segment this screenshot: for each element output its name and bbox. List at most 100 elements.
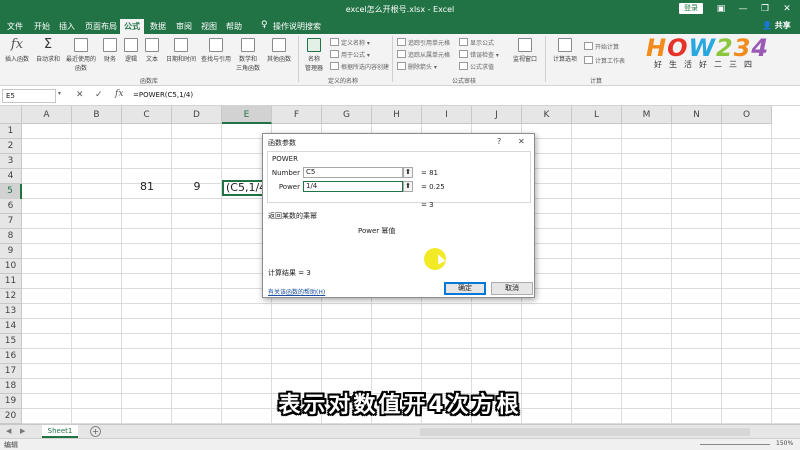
tab-review[interactable]: 审阅: [176, 21, 192, 32]
calculate-now-button[interactable]: 开始计算: [584, 42, 619, 51]
share-button[interactable]: 👤 共享: [762, 20, 791, 31]
next-sheet-icon[interactable]: ▶: [20, 427, 25, 435]
help-icon[interactable]: ?: [497, 137, 501, 146]
column-header-l[interactable]: L: [572, 106, 622, 124]
define-name-button[interactable]: 定义名称 ▾: [330, 38, 370, 47]
tab-data[interactable]: 数据: [150, 21, 166, 32]
insert-function-button[interactable]: fx 插入函数: [4, 38, 30, 64]
row-header-16[interactable]: 16: [0, 349, 22, 364]
column-header-j[interactable]: J: [472, 106, 522, 124]
tab-home[interactable]: 开始: [34, 21, 50, 32]
fx-icon[interactable]: fx: [115, 89, 123, 99]
watch-window-button[interactable]: 监视窗口: [509, 38, 541, 63]
column-header-f[interactable]: F: [272, 106, 322, 124]
formula-input[interactable]: =POWER(C5,1/4): [133, 91, 193, 99]
calculate-sheet-button[interactable]: 计算工作表: [584, 56, 625, 65]
sheet-tab-sheet1[interactable]: Sheet1: [42, 425, 78, 438]
column-header-k[interactable]: K: [522, 106, 572, 124]
row-header-4[interactable]: 4: [0, 169, 22, 184]
add-sheet-icon[interactable]: +: [90, 426, 101, 437]
row-header-15[interactable]: 15: [0, 334, 22, 349]
trace-precedents-button[interactable]: 追踪引用单元格: [397, 38, 450, 47]
horizontal-scrollbar[interactable]: [420, 428, 750, 436]
create-from-selection-button[interactable]: 根据所选内容创建: [330, 62, 389, 71]
row-header-13[interactable]: 13: [0, 304, 22, 319]
logical-button[interactable]: 逻辑: [121, 38, 141, 63]
select-all-corner[interactable]: [0, 106, 22, 124]
column-header-h[interactable]: H: [372, 106, 422, 124]
name-manager-button[interactable]: 名称 管理器: [302, 38, 326, 72]
show-formulas-button[interactable]: 显示公式: [459, 38, 494, 47]
row-header-8[interactable]: 8: [0, 229, 22, 244]
error-checking-button[interactable]: 错误检查 ▾: [459, 50, 499, 59]
more-functions-button[interactable]: 其他函数: [264, 38, 294, 63]
tab-file[interactable]: 文件: [7, 21, 23, 32]
column-header-c[interactable]: C: [122, 106, 172, 124]
lookup-reference-button[interactable]: 查找与引用: [199, 38, 233, 63]
row-header-2[interactable]: 2: [0, 139, 22, 154]
column-header-i[interactable]: I: [422, 106, 472, 124]
row-header-7[interactable]: 7: [0, 214, 22, 229]
tab-view[interactable]: 视图: [201, 21, 217, 32]
row-header-6[interactable]: 6: [0, 199, 22, 214]
column-header-b[interactable]: B: [72, 106, 122, 124]
cancel-formula-button[interactable]: ✕: [76, 90, 84, 100]
recent-functions-button[interactable]: 最近使用的 函数: [64, 38, 98, 72]
collapse-ref-icon[interactable]: ⬆: [403, 181, 413, 192]
column-header-e[interactable]: E: [222, 106, 272, 124]
function-help-link[interactable]: 有关该函数的帮助(H): [268, 287, 325, 296]
enter-formula-button[interactable]: ✓: [95, 90, 103, 100]
collapse-ref-icon[interactable]: ⬆: [403, 167, 413, 178]
autosum-button[interactable]: Σ 自动求和: [34, 38, 62, 64]
cell-c5[interactable]: 81: [122, 180, 172, 193]
remove-arrows-button[interactable]: 删除箭头 ▾: [397, 62, 437, 71]
row-header-17[interactable]: 17: [0, 364, 22, 379]
prev-sheet-icon[interactable]: ◀: [6, 427, 11, 435]
row-header-11[interactable]: 11: [0, 274, 22, 289]
chevron-down-icon[interactable]: ▾: [58, 90, 61, 97]
date-time-button[interactable]: 日期和时间: [164, 38, 198, 63]
tell-me-search[interactable]: 操作说明搜索: [273, 21, 321, 32]
close-button[interactable]: ✕: [776, 1, 798, 17]
row-header-3[interactable]: 3: [0, 154, 22, 169]
group-formula-auditing: 公式审核: [452, 78, 477, 85]
column-header-n[interactable]: N: [672, 106, 722, 124]
tab-page-layout[interactable]: 页面布局: [85, 21, 117, 32]
row-header-1[interactable]: 1: [0, 124, 22, 139]
ok-button[interactable]: 确定: [444, 282, 486, 295]
column-header-g[interactable]: G: [322, 106, 372, 124]
minimize-button[interactable]: —: [732, 1, 754, 17]
math-trig-button[interactable]: 数学和 三角函数: [234, 38, 262, 72]
name-box[interactable]: E5: [2, 89, 56, 103]
tab-insert[interactable]: 插入: [59, 21, 75, 32]
restore-button[interactable]: ❐: [754, 1, 776, 17]
cell-d5[interactable]: 9: [172, 180, 222, 193]
row-header-10[interactable]: 10: [0, 259, 22, 274]
row-header-14[interactable]: 14: [0, 319, 22, 334]
financial-button[interactable]: 财务: [100, 38, 120, 63]
column-header-a[interactable]: A: [22, 106, 72, 124]
column-header-d[interactable]: D: [172, 106, 222, 124]
login-button[interactable]: 登录: [679, 3, 703, 14]
tab-help[interactable]: 帮助: [226, 21, 242, 32]
ribbon-display-icon[interactable]: ▣: [710, 1, 732, 17]
logical-label: 逻辑: [124, 56, 137, 63]
power-input[interactable]: 1/4: [303, 181, 403, 192]
text-button[interactable]: 文本: [142, 38, 162, 63]
use-in-formula-button[interactable]: 用于公式 ▾: [330, 50, 370, 59]
financial-label: 财务: [103, 56, 116, 63]
row-header-12[interactable]: 12: [0, 289, 22, 304]
column-header-o[interactable]: O: [722, 106, 772, 124]
zoom-level[interactable]: 150%: [776, 440, 793, 447]
calc-options-button[interactable]: 计算选项: [549, 38, 581, 63]
trace-dependents-button[interactable]: 追踪从属单元格: [397, 50, 450, 59]
evaluate-formula-button[interactable]: 公式求值: [459, 62, 494, 71]
row-header-9[interactable]: 9: [0, 244, 22, 259]
cancel-button[interactable]: 取消: [491, 282, 533, 295]
number-input[interactable]: C5: [303, 167, 403, 178]
column-header-m[interactable]: M: [622, 106, 672, 124]
close-icon[interactable]: ✕: [518, 137, 525, 146]
number-result: = 81: [421, 169, 438, 177]
zoom-slider[interactable]: [700, 444, 770, 445]
tab-formulas[interactable]: 公式: [120, 19, 144, 34]
